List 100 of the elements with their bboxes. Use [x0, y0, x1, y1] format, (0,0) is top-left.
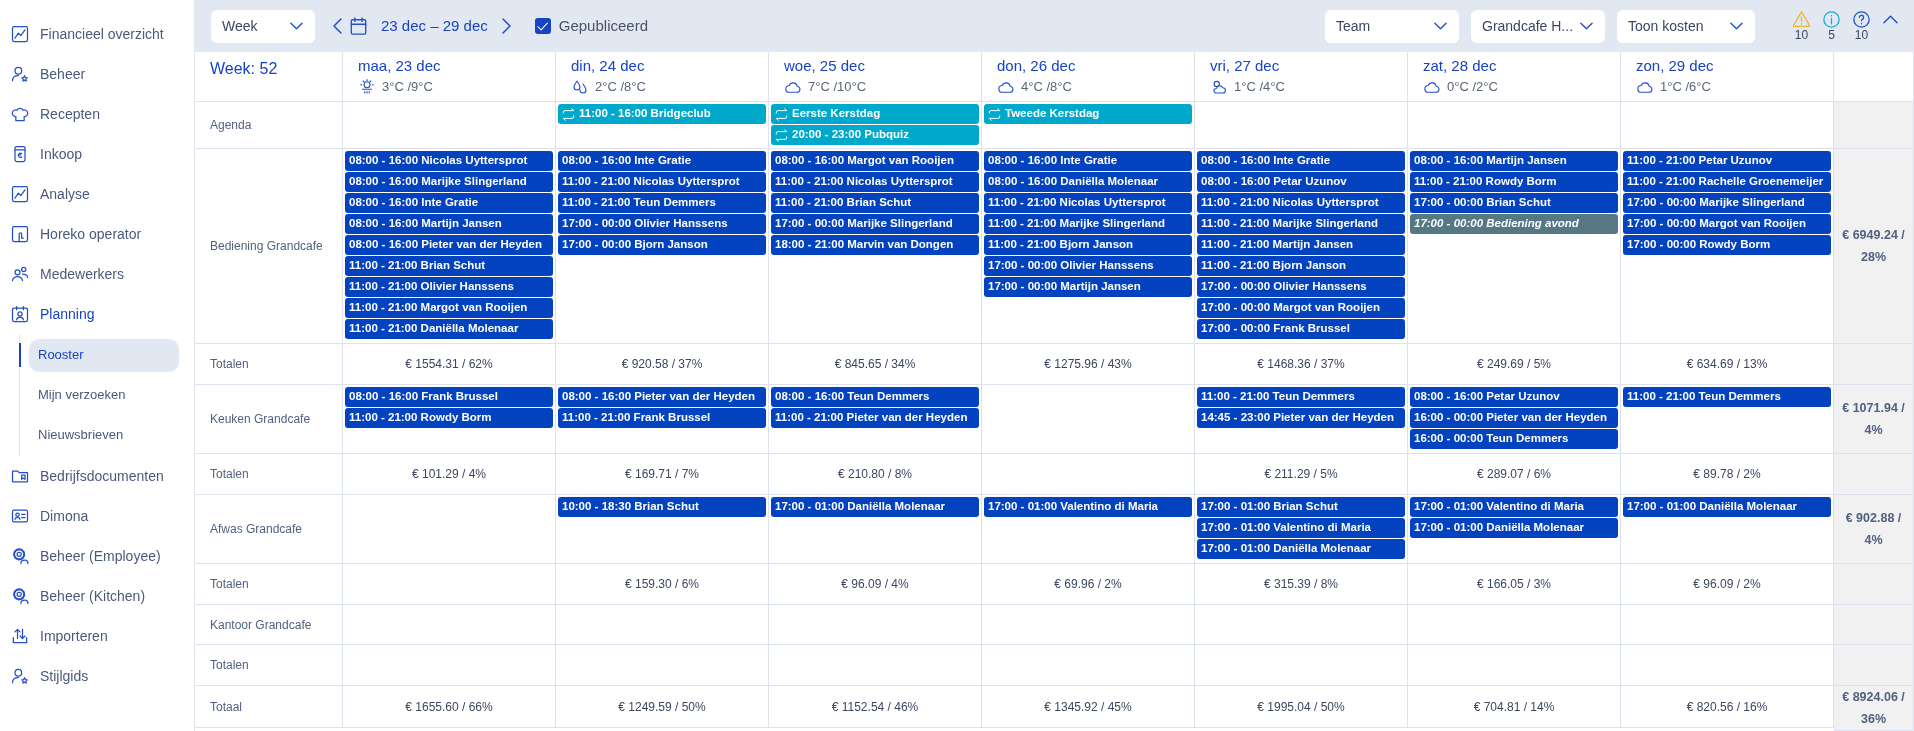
sidebar-item[interactable]: Financieel overzicht — [0, 14, 194, 54]
shift-block[interactable]: 08:00 - 16:00 Martijn Jansen — [345, 214, 553, 234]
shift-block[interactable]: 17:00 - 01:00 Daniëlla Molenaar — [1623, 497, 1831, 517]
week-label: Week: 52 — [195, 52, 343, 102]
shift-block[interactable]: 11:00 - 21:00 Rowdy Borm — [1410, 172, 1618, 192]
shift-block[interactable]: 11:00 - 21:00 Pieter van der Heyden — [771, 408, 979, 428]
warning-alerts-button[interactable]: 10 — [1793, 11, 1810, 41]
shift-block[interactable]: 11:00 - 21:00 Bjorn Janson — [984, 235, 1192, 255]
shift-block[interactable]: 11:00 - 21:00 Martijn Jansen — [1197, 235, 1405, 255]
shift-block[interactable]: 17:00 - 00:00 Brian Schut — [1410, 193, 1618, 213]
shift-block[interactable]: 17:00 - 01:00 Daniëlla Molenaar — [771, 497, 979, 517]
shift-block[interactable]: 08:00 - 16:00 Pieter van der Heyden — [345, 235, 553, 255]
shift-block[interactable]: 11:00 - 21:00 Nicolas Uyttersprot — [984, 193, 1192, 213]
next-button[interactable] — [501, 18, 511, 34]
shift-block[interactable]: 08:00 - 16:00 Inte Gratie — [558, 151, 766, 171]
shift-block[interactable]: 11:00 - 21:00 Olivier Hanssens — [345, 277, 553, 297]
shift-block[interactable]: 08:00 - 16:00 Frank Brussel — [345, 387, 553, 407]
shift-block[interactable]: 17:00 - 01:00 Brian Schut — [1197, 497, 1405, 517]
submenu-item[interactable]: Rooster — [29, 338, 179, 372]
shift-block[interactable]: 17:00 - 00:00 Olivier Hanssens — [1197, 277, 1405, 297]
shift-block[interactable]: 11:00 - 21:00 Petar Uzunov — [1623, 151, 1831, 171]
shift-block[interactable]: 11:00 - 21:00 Nicolas Uyttersprot — [1197, 193, 1405, 213]
submenu-item[interactable]: Mijn verzoeken — [29, 378, 179, 412]
shift-block[interactable]: 18:00 - 21:00 Marvin van Dongen — [771, 235, 979, 255]
shift-block[interactable]: 16:00 - 00:00 Teun Demmers — [1410, 429, 1618, 449]
shift-block[interactable]: 17:00 - 01:00 Valentino di Maria — [1410, 497, 1618, 517]
day-heading: maa, 23 dec — [358, 57, 442, 75]
shift-block[interactable]: 11:00 - 21:00 Daniëlla Molenaar — [345, 319, 553, 339]
shift-block[interactable]: 17:00 - 01:00 Daniëlla Molenaar — [1410, 518, 1618, 538]
sidebar-item[interactable]: Analyse — [0, 174, 194, 214]
shift-block[interactable]: 17:00 - 00:00 Olivier Hanssens — [558, 214, 766, 234]
shift-block[interactable]: 11:00 - 21:00 Rowdy Borm — [345, 408, 553, 428]
shift-block[interactable]: 08:00 - 16:00 Petar Uzunov — [1197, 172, 1405, 192]
cost-value: € 96.09 / 4% — [769, 564, 982, 605]
shift-block[interactable]: 08:00 - 16:00 Inte Gratie — [345, 193, 553, 213]
shift-block[interactable]: 11:00 - 21:00 Brian Schut — [345, 256, 553, 276]
shift-block[interactable]: 17:00 - 00:00 Marijke Slingerland — [1623, 193, 1831, 213]
shift-block[interactable]: 08:00 - 16:00 Margot van Rooijen — [771, 151, 979, 171]
shift-block[interactable]: 08:00 - 16:00 Marijke Slingerland — [345, 172, 553, 192]
shift-block[interactable]: 08:00 - 16:00 Nicolas Uyttersprot — [345, 151, 553, 171]
collapse-button[interactable] — [1883, 15, 1898, 24]
shift-block[interactable]: 11:00 - 21:00 Teun Demmers — [1623, 387, 1831, 407]
view-dropdown[interactable]: Week — [211, 9, 315, 43]
help-alerts-button[interactable]: 10 — [1853, 11, 1870, 41]
shift-block[interactable]: 17:00 - 00:00 Frank Brussel — [1197, 319, 1405, 339]
sidebar-item[interactable]: Bedrijfsdocumenten — [0, 456, 194, 496]
date-range[interactable]: 23 dec – 29 dec — [381, 14, 488, 38]
shift-block[interactable]: 17:00 - 01:00 Daniëlla Molenaar — [1197, 539, 1405, 559]
sidebar-item[interactable]: Horeko operator — [0, 214, 194, 254]
filter-dropdown[interactable]: Toon kosten — [1617, 9, 1755, 43]
sidebar-item[interactable]: Dimona — [0, 496, 194, 536]
shift-block[interactable]: 11:00 - 21:00 Bjorn Janson — [1197, 256, 1405, 276]
sidebar-item[interactable]: Planning — [0, 294, 194, 334]
shift-block[interactable]: 17:00 - 01:00 Valentino di Maria — [1197, 518, 1405, 538]
shift-block[interactable]: 10:00 - 18:30 Brian Schut — [558, 497, 766, 517]
shift-block[interactable]: 08:00 - 16:00 Teun Demmers — [771, 387, 979, 407]
shift-block[interactable]: 08:00 - 16:00 Inte Gratie — [984, 151, 1192, 171]
shift-block[interactable]: 11:00 - 21:00 Brian Schut — [771, 193, 979, 213]
filter-dropdown[interactable]: Team — [1325, 9, 1459, 43]
shift-block[interactable]: 08:00 - 16:00 Petar Uzunov — [1410, 387, 1618, 407]
shift-block[interactable]: 11:00 - 21:00 Marijke Slingerland — [984, 214, 1192, 234]
filter-dropdown[interactable]: Grandcafe H... — [1471, 9, 1605, 43]
shift-block[interactable]: 17:00 - 00:00 Margot van Rooijen — [1197, 298, 1405, 318]
shift-block[interactable]: 08:00 - 16:00 Martijn Jansen — [1410, 151, 1618, 171]
shift-block[interactable]: 11:00 - 21:00 Margot van Rooijen — [345, 298, 553, 318]
shift-block[interactable]: 11:00 - 21:00 Teun Demmers — [1197, 387, 1405, 407]
shift-block[interactable]: 08:00 - 16:00 Daniëlla Molenaar — [984, 172, 1192, 192]
previous-button[interactable] — [333, 18, 342, 34]
sidebar-item[interactable]: Importeren — [0, 616, 194, 656]
submenu-item[interactable]: Nieuwsbrieven — [29, 418, 179, 452]
sidebar-item[interactable]: Recepten — [0, 94, 194, 134]
shift-block[interactable]: 17:00 - 00:00 Margot van Rooijen — [1623, 214, 1831, 234]
shift-block[interactable]: 14:45 - 23:00 Pieter van der Heyden — [1197, 408, 1405, 428]
shift-block[interactable]: 17:00 - 00:00 Rowdy Borm — [1623, 235, 1831, 255]
sun-rain-icon — [358, 77, 376, 96]
shift-block[interactable]: 11:00 - 21:00 Teun Demmers — [558, 193, 766, 213]
sidebar-item[interactable]: Beheer (Employee) — [0, 536, 194, 576]
temperature: 2°C /8°C — [595, 78, 646, 96]
shift-block[interactable]: 17:00 - 00:00 Martijn Jansen — [984, 277, 1192, 297]
sidebar-item[interactable]: Stijlgids — [0, 656, 194, 696]
shift-block[interactable]: 11:00 - 21:00 Rachelle Groenemeijer — [1623, 172, 1831, 192]
shift-block[interactable]: 16:00 - 00:00 Pieter van der Heyden — [1410, 408, 1618, 428]
sidebar-item[interactable]: Inkoop — [0, 134, 194, 174]
shift-block[interactable]: 17:00 - 00:00 Olivier Hanssens — [984, 256, 1192, 276]
info-icon — [1823, 11, 1840, 28]
shift-block[interactable]: 08:00 - 16:00 Inte Gratie — [1197, 151, 1405, 171]
shift-block[interactable]: 08:00 - 16:00 Pieter van der Heyden — [558, 387, 766, 407]
shift-block[interactable]: 17:00 - 01:00 Valentino di Maria — [984, 497, 1192, 517]
info-alerts-button[interactable]: 5 — [1823, 11, 1840, 41]
shift-block[interactable]: 11:00 - 21:00 Nicolas Uyttersprot — [558, 172, 766, 192]
shift-block[interactable]: 17:00 - 00:00 Bjorn Janson — [558, 235, 766, 255]
shift-block[interactable]: 11:00 - 21:00 Nicolas Uyttersprot — [771, 172, 979, 192]
shift-block[interactable]: 11:00 - 21:00 Frank Brussel — [558, 408, 766, 428]
sidebar-item[interactable]: Medewerkers — [0, 254, 194, 294]
shift-block[interactable]: 17:00 - 00:00 Marijke Slingerland — [771, 214, 979, 234]
shift-block[interactable]: 11:00 - 21:00 Marijke Slingerland — [1197, 214, 1405, 234]
sidebar-item[interactable]: Beheer (Kitchen) — [0, 576, 194, 616]
open-shift[interactable]: 17:00 - 00:00 Bediening avond — [1410, 214, 1618, 234]
published-checkbox[interactable] — [534, 18, 551, 34]
sidebar-item[interactable]: Beheer — [0, 54, 194, 94]
